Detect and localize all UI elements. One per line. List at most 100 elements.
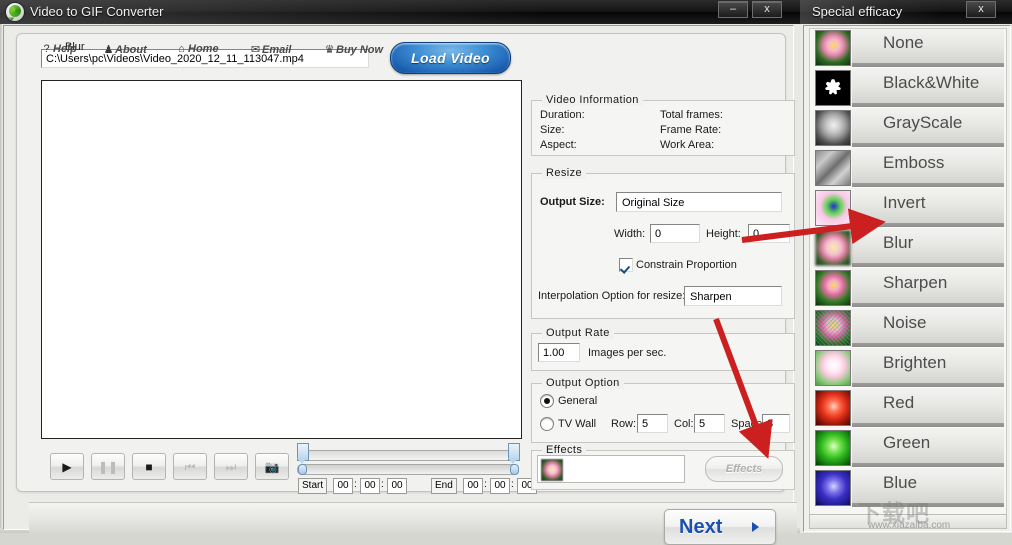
height-input[interactable]: 0 (748, 224, 790, 243)
minimize-button[interactable]: – (718, 1, 748, 18)
effects-item-label: Emboss (883, 153, 945, 172)
home-link[interactable]: ⌂ Home (175, 43, 219, 59)
effects-list[interactable]: None Black&White GrayScale Emboss Invert Blur… (809, 28, 1007, 529)
pause-icon: ❚❚ (97, 459, 119, 474)
video-information-title: Video Information (542, 94, 643, 106)
effects-button[interactable]: Effects (705, 456, 783, 482)
effects-item-label: Brighten (883, 353, 947, 372)
pause-button[interactable]: ❚❚ (91, 453, 125, 480)
duration-label: Duration: (540, 109, 585, 121)
effects-list-item-sharpen[interactable]: Sharpen (811, 267, 1004, 307)
effects-item-label: Noise (883, 313, 927, 332)
width-input[interactable]: 0 (650, 224, 700, 243)
effects-list-item-emboss[interactable]: Emboss (811, 147, 1004, 187)
effects-close-button[interactable]: x (966, 1, 996, 18)
chevron-right-icon (752, 522, 759, 532)
output-option-tvwall-radio[interactable] (540, 417, 554, 431)
play-button[interactable]: ▶ (50, 453, 84, 480)
about-link[interactable]: ♟ About (102, 43, 147, 59)
skip-back-icon: ⏮ (184, 459, 196, 474)
total-frames-label: Total frames: (660, 109, 723, 121)
effects-list-item-invert[interactable]: Invert (811, 187, 1004, 227)
home-label: Home (188, 43, 219, 55)
trim-end-handle[interactable] (508, 443, 520, 464)
effect-thumbnail-icon (815, 270, 851, 306)
effect-thumbnail-icon (815, 350, 851, 386)
main-client-area: C:\Users\pc\Videos\Video_2020_12_11_1130… (3, 25, 797, 545)
output-rate-input[interactable]: 1.00 (538, 343, 580, 362)
start-seconds[interactable]: 00 (387, 478, 407, 494)
start-hours[interactable]: 00 (333, 478, 353, 494)
end-minutes[interactable]: 00 (490, 478, 510, 494)
effect-thumbnail-icon (815, 190, 851, 226)
playback-position-track[interactable] (297, 464, 519, 475)
row-input[interactable]: 5 (637, 414, 668, 433)
effects-list-item-brighten[interactable]: Brighten (811, 347, 1004, 387)
skip-back-button[interactable]: ⏮ (173, 453, 207, 480)
effect-thumbnail-icon (815, 390, 851, 426)
end-colon-1: : (484, 479, 487, 490)
height-label: Height: (706, 228, 741, 240)
output-option-general-radio[interactable] (540, 394, 554, 408)
stop-button[interactable]: ■ (132, 453, 166, 480)
resize-title: Resize (542, 167, 587, 179)
trim-start-handle[interactable] (297, 443, 309, 464)
interpolation-select[interactable]: Sharpen (684, 286, 782, 306)
space-input[interactable]: 8 (762, 414, 790, 433)
start-colon-2: : (381, 479, 384, 490)
end-hours[interactable]: 00 (463, 478, 483, 494)
output-option-group: Output Option General TV Wall Row: 5 Col… (531, 377, 795, 443)
resize-group: Resize Output Size: Original Size Width:… (531, 167, 795, 319)
envelope-icon: ✉ (250, 44, 261, 56)
output-size-label: Output Size: (540, 196, 605, 208)
close-button[interactable]: x (752, 1, 782, 18)
effects-item-label: None (883, 33, 924, 52)
effects-list-item-grayscale[interactable]: GrayScale (811, 107, 1004, 147)
effects-list-item-none[interactable]: None (811, 29, 1004, 67)
help-link[interactable]: ? Help (40, 43, 77, 59)
effects-horizontal-scrollbar[interactable] (809, 514, 1007, 529)
constrain-proportion-checkbox[interactable] (619, 258, 633, 272)
effect-thumbnail-icon (815, 30, 851, 66)
load-video-button[interactable]: Load Video (390, 42, 511, 74)
end-label: End (431, 478, 457, 494)
effects-list-item-blur[interactable]: Blur (811, 227, 1004, 267)
snapshot-button[interactable]: 📷 (255, 453, 289, 480)
buy-now-link[interactable]: ♛ Buy Now (323, 43, 384, 59)
position-right-cap (510, 464, 519, 475)
window-title: Video to GIF Converter (30, 4, 164, 19)
effects-item-label: Red (883, 393, 915, 412)
start-label: Start (298, 478, 328, 494)
play-icon: ▶ (62, 459, 72, 474)
trim-range-track[interactable] (297, 450, 519, 461)
effects-item-label: Blue (883, 473, 918, 492)
effects-titlebar: Special efficacy x (800, 0, 1012, 24)
output-size-select[interactable]: Original Size (616, 192, 782, 212)
output-rate-title: Output Rate (542, 327, 614, 339)
effects-list-item-green[interactable]: Green (811, 427, 1004, 467)
main-window: Video to GIF Converter – x C:\Users\pc\V… (0, 0, 800, 545)
help-label: Help (53, 43, 77, 55)
start-minutes[interactable]: 00 (360, 478, 380, 494)
position-left-cap (298, 464, 307, 475)
output-option-general-label: General (558, 395, 598, 407)
person-icon: ♟ (103, 44, 114, 56)
email-link[interactable]: ✉ Email (249, 43, 291, 59)
video-preview-area[interactable] (41, 80, 522, 439)
effect-thumbnail-icon (815, 310, 851, 346)
next-button[interactable]: Next (664, 509, 776, 545)
effects-list-item-blue[interactable]: Blue (811, 467, 1004, 507)
effects-list-item-noise[interactable]: Noise (811, 307, 1004, 347)
col-input[interactable]: 5 (694, 414, 725, 433)
effects-item-bar (852, 467, 1004, 504)
col-label: Col: (674, 418, 694, 430)
end-colon-2: : (511, 479, 514, 490)
effects-list-item-red[interactable]: Red (811, 387, 1004, 427)
selected-effect-row[interactable] (537, 455, 685, 483)
effects-list-item-black-white[interactable]: Black&White (811, 67, 1004, 107)
work-area-label: Work Area: (660, 139, 715, 151)
skip-forward-button[interactable]: ⏭ (214, 453, 248, 480)
video-information-group: Video Information Duration: Size: Aspect… (531, 94, 795, 156)
effect-thumbnail-icon (815, 110, 851, 146)
aspect-label: Aspect: (540, 139, 577, 151)
